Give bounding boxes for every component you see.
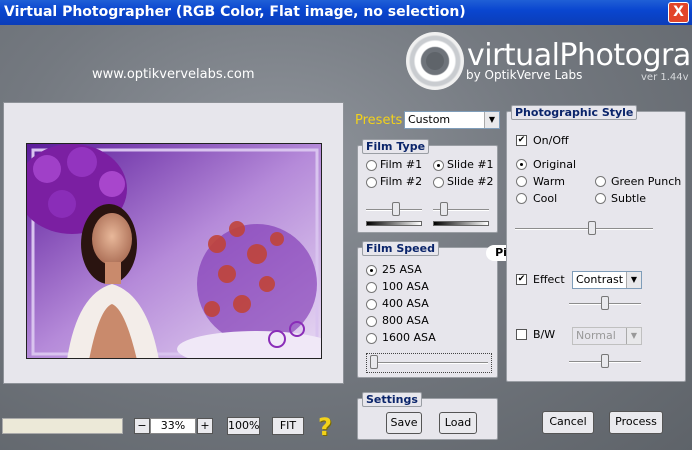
film-gradient-bar	[366, 221, 422, 226]
green-punch-radio[interactable]	[595, 176, 606, 187]
cool-label: Cool	[533, 192, 558, 205]
slide2-label: Slide #2	[447, 175, 494, 188]
chevron-down-icon[interactable]: ▼	[484, 112, 499, 128]
film-type-panel: Film Type Film #1 Slide #1 Film #2 Slide…	[357, 139, 498, 233]
bw-slider-thumb[interactable]	[601, 354, 609, 368]
title-bar: Virtual Photographer (RGB Color, Flat im…	[0, 0, 692, 25]
asa800-label: 800 ASA	[382, 314, 429, 327]
chevron-down-icon[interactable]: ▼	[626, 272, 641, 288]
presets-value: Custom	[408, 113, 451, 126]
slide1-radio[interactable]	[433, 160, 444, 171]
virtual-photographer-window: Virtual Photographer (RGB Color, Flat im…	[0, 0, 692, 450]
process-button[interactable]: Process	[609, 411, 663, 434]
zoom-out-button[interactable]: −	[134, 418, 150, 434]
version-label: ver 1.44v	[641, 72, 689, 83]
slide-slider-thumb[interactable]	[440, 202, 448, 216]
bw-value: Normal	[576, 329, 616, 342]
bw-label: B/W	[533, 328, 556, 341]
style-title: Photographic Style	[511, 105, 638, 120]
film2-label: Film #2	[380, 175, 423, 188]
film-speed-panel: Film Speed 25 ASA 100 ASA 400 ASA 800 AS…	[357, 241, 498, 378]
bw-checkbox[interactable]	[516, 329, 527, 340]
effect-select[interactable]: Contrast ▼	[572, 271, 642, 289]
logo-subtitle: by OptikVerve Labs	[466, 68, 583, 82]
speed-slider-thumb[interactable]	[370, 355, 378, 369]
asa1600-label: 1600 ASA	[382, 331, 436, 344]
film-speed-title: Film Speed	[362, 241, 439, 256]
chevron-down-icon[interactable]: ▼	[626, 328, 641, 344]
subtle-radio[interactable]	[595, 193, 606, 204]
slide1-label: Slide #1	[447, 158, 494, 171]
effect-checkbox[interactable]: ✔	[516, 274, 527, 285]
save-button[interactable]: Save	[386, 412, 422, 434]
effect-value: Contrast	[576, 273, 624, 286]
cancel-button[interactable]: Cancel	[542, 411, 594, 434]
film2-radio[interactable]	[366, 177, 377, 188]
logo-ring-icon	[406, 32, 464, 90]
presets-select[interactable]: Custom ▼	[404, 111, 500, 129]
asa800-radio[interactable]	[366, 316, 377, 327]
onoff-checkbox[interactable]: ✔	[516, 135, 527, 146]
preview-panel	[3, 102, 344, 384]
warm-label: Warm	[533, 175, 565, 188]
asa25-label: 25 ASA	[382, 263, 422, 276]
film1-radio[interactable]	[366, 160, 377, 171]
preview-artwork	[27, 144, 321, 358]
effect-slider-thumb[interactable]	[601, 296, 609, 310]
settings-title: Settings	[362, 392, 422, 407]
cool-radio[interactable]	[516, 193, 527, 204]
preview-image	[26, 143, 322, 359]
speed-slider-track	[370, 362, 488, 364]
onoff-label: On/Off	[533, 134, 569, 147]
asa400-label: 400 ASA	[382, 297, 429, 310]
help-icon[interactable]: ?	[318, 413, 336, 441]
asa25-radio[interactable]	[366, 265, 377, 276]
fit-button[interactable]: FIT	[272, 417, 304, 435]
close-button[interactable]: X	[668, 2, 689, 23]
slide-gradient-bar	[433, 221, 489, 226]
film-slider-thumb[interactable]	[392, 202, 400, 216]
window-title: Virtual Photographer (RGB Color, Flat im…	[4, 4, 466, 20]
film-type-title: Film Type	[362, 139, 430, 154]
settings-panel: Settings Save Load	[357, 392, 498, 440]
slide2-radio[interactable]	[433, 177, 444, 188]
original-radio[interactable]	[516, 159, 527, 170]
asa1600-radio[interactable]	[366, 333, 377, 344]
zoom-100-button[interactable]: 100%	[227, 417, 260, 435]
subtle-label: Subtle	[611, 192, 647, 205]
progress-bar	[2, 418, 123, 434]
load-button[interactable]: Load	[439, 412, 477, 434]
photographic-style-panel: Photographic Style ✔ On/Off Original War…	[506, 105, 686, 382]
website-link[interactable]: www.optikvervelabs.com	[92, 67, 255, 82]
presets-label: Presets	[355, 113, 403, 128]
zoom-value[interactable]: 33%	[150, 418, 196, 434]
film1-label: Film #1	[380, 158, 423, 171]
asa100-radio[interactable]	[366, 282, 377, 293]
asa400-radio[interactable]	[366, 299, 377, 310]
zoom-in-button[interactable]: +	[197, 418, 213, 434]
warm-radio[interactable]	[516, 176, 527, 187]
style-slider-thumb[interactable]	[588, 221, 596, 235]
effect-label: Effect	[533, 273, 565, 286]
asa100-label: 100 ASA	[382, 280, 429, 293]
original-label: Original	[533, 158, 577, 171]
style-slider-track	[515, 228, 653, 230]
bw-select[interactable]: Normal ▼	[572, 327, 642, 345]
green-punch-label: Green Punch	[611, 175, 682, 188]
